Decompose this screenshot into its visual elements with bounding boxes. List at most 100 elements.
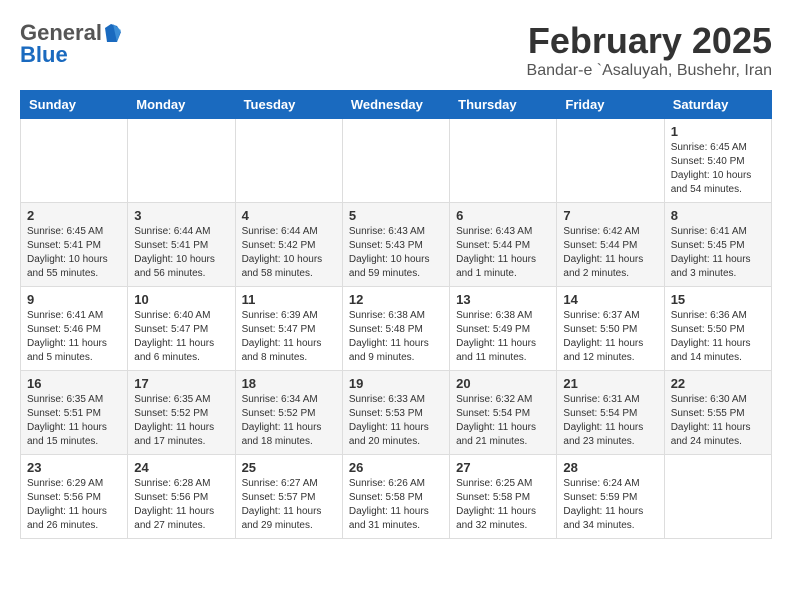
day-header-monday: Monday — [128, 91, 235, 119]
day-info: Sunrise: 6:38 AM Sunset: 5:49 PM Dayligh… — [456, 309, 550, 365]
day-number: 27 — [456, 460, 550, 475]
calendar-cell: 2 Sunrise: 6:45 AM Sunset: 5:41 PM Daylig… — [21, 203, 128, 287]
day-number: 2 — [27, 208, 121, 223]
calendar-cell: 28Sunrise: 6:24 AM Sunset: 5:59 PM Dayli… — [557, 455, 664, 539]
day-info: Sunrise: 6:35 AM Sunset: 5:52 PM Dayligh… — [134, 393, 228, 449]
day-info: Sunrise: 6:33 AM Sunset: 5:53 PM Dayligh… — [349, 393, 443, 449]
day-number: 8 — [671, 208, 765, 223]
day-info: Sunrise: 6:30 AM Sunset: 5:55 PM Dayligh… — [671, 393, 765, 449]
calendar-cell: 14 Sunrise: 6:37 AM Sunset: 5:50 PM Dayli… — [557, 287, 664, 371]
calendar-cell — [128, 119, 235, 203]
day-number: 4 — [242, 208, 336, 223]
day-info: Sunrise: 6:31 AM Sunset: 5:54 PM Dayligh… — [563, 393, 657, 449]
subtitle: Bandar-e `Asaluyah, Bushehr, Iran — [527, 62, 772, 80]
calendar-cell — [235, 119, 342, 203]
calendar-cell — [664, 455, 771, 539]
calendar-cell — [450, 119, 557, 203]
calendar-cell: 21 Sunrise: 6:31 AM Sunset: 5:54 PM Dayli… — [557, 371, 664, 455]
day-number: 9 — [27, 292, 121, 307]
day-number: 13 — [456, 292, 550, 307]
day-number: 25 — [242, 460, 336, 475]
day-number: 6 — [456, 208, 550, 223]
calendar-cell: 24 Sunrise: 6:28 AM Sunset: 5:56 PM Dayli… — [128, 455, 235, 539]
calendar-cell — [342, 119, 449, 203]
day-info: Sunrise: 6:42 AM Sunset: 5:44 PM Dayligh… — [563, 225, 657, 281]
day-info: Sunrise: 6:28 AM Sunset: 5:56 PM Dayligh… — [134, 477, 228, 533]
calendar-cell: 7 Sunrise: 6:42 AM Sunset: 5:44 PM Daylig… — [557, 203, 664, 287]
day-number: 5 — [349, 208, 443, 223]
day-number: 14 — [563, 292, 657, 307]
day-number: 15 — [671, 292, 765, 307]
title-section: February 2025 Bandar-e `Asaluyah, Busheh… — [527, 20, 772, 80]
day-number: 21 — [563, 376, 657, 391]
calendar-cell: 18 Sunrise: 6:34 AM Sunset: 5:52 PM Dayli… — [235, 371, 342, 455]
calendar-cell: 15 Sunrise: 6:36 AM Sunset: 5:50 PM Dayli… — [664, 287, 771, 371]
calendar-cell: 1 Sunrise: 6:45 AM Sunset: 5:40 PM Daylig… — [664, 119, 771, 203]
day-info: Sunrise: 6:41 AM Sunset: 5:45 PM Dayligh… — [671, 225, 765, 281]
day-info: Sunrise: 6:38 AM Sunset: 5:48 PM Dayligh… — [349, 309, 443, 365]
day-number: 7 — [563, 208, 657, 223]
day-number: 1 — [671, 124, 765, 139]
calendar-week-row: 16 Sunrise: 6:35 AM Sunset: 5:51 PM Dayli… — [21, 371, 772, 455]
day-info: Sunrise: 6:35 AM Sunset: 5:51 PM Dayligh… — [27, 393, 121, 449]
day-number: 28 — [563, 460, 657, 475]
calendar-cell: 26Sunrise: 6:26 AM Sunset: 5:58 PM Dayli… — [342, 455, 449, 539]
calendar-table: SundayMondayTuesdayWednesdayThursdayFrid… — [20, 90, 772, 539]
calendar-cell: 8 Sunrise: 6:41 AM Sunset: 5:45 PM Daylig… — [664, 203, 771, 287]
page-header: General Blue February 2025 Bandar-e `Asa… — [20, 20, 772, 80]
day-info: Sunrise: 6:36 AM Sunset: 5:50 PM Dayligh… — [671, 309, 765, 365]
day-number: 22 — [671, 376, 765, 391]
calendar-cell — [21, 119, 128, 203]
day-info: Sunrise: 6:29 AM Sunset: 5:56 PM Dayligh… — [27, 477, 121, 533]
day-number: 11 — [242, 292, 336, 307]
calendar-cell: 17Sunrise: 6:35 AM Sunset: 5:52 PM Dayli… — [128, 371, 235, 455]
calendar-cell: 4 Sunrise: 6:44 AM Sunset: 5:42 PM Daylig… — [235, 203, 342, 287]
calendar-cell — [557, 119, 664, 203]
main-title: February 2025 — [527, 20, 772, 62]
day-info: Sunrise: 6:45 AM Sunset: 5:41 PM Dayligh… — [27, 225, 121, 281]
calendar-cell: 16 Sunrise: 6:35 AM Sunset: 5:51 PM Dayli… — [21, 371, 128, 455]
calendar-cell: 19Sunrise: 6:33 AM Sunset: 5:53 PM Dayli… — [342, 371, 449, 455]
calendar-cell: 23 Sunrise: 6:29 AM Sunset: 5:56 PM Dayli… — [21, 455, 128, 539]
day-number: 18 — [242, 376, 336, 391]
day-info: Sunrise: 6:44 AM Sunset: 5:41 PM Dayligh… — [134, 225, 228, 281]
day-number: 16 — [27, 376, 121, 391]
day-info: Sunrise: 6:43 AM Sunset: 5:43 PM Dayligh… — [349, 225, 443, 281]
day-header-tuesday: Tuesday — [235, 91, 342, 119]
calendar-cell: 27 Sunrise: 6:25 AM Sunset: 5:58 PM Dayli… — [450, 455, 557, 539]
calendar-cell: 20 Sunrise: 6:32 AM Sunset: 5:54 PM Dayli… — [450, 371, 557, 455]
day-info: Sunrise: 6:32 AM Sunset: 5:54 PM Dayligh… — [456, 393, 550, 449]
day-info: Sunrise: 6:43 AM Sunset: 5:44 PM Dayligh… — [456, 225, 550, 281]
day-info: Sunrise: 6:45 AM Sunset: 5:40 PM Dayligh… — [671, 141, 765, 197]
day-number: 20 — [456, 376, 550, 391]
day-info: Sunrise: 6:41 AM Sunset: 5:46 PM Dayligh… — [27, 309, 121, 365]
calendar-week-row: 2 Sunrise: 6:45 AM Sunset: 5:41 PM Daylig… — [21, 203, 772, 287]
day-number: 23 — [27, 460, 121, 475]
day-header-saturday: Saturday — [664, 91, 771, 119]
day-number: 10 — [134, 292, 228, 307]
day-info: Sunrise: 6:26 AM Sunset: 5:58 PM Dayligh… — [349, 477, 443, 533]
day-info: Sunrise: 6:27 AM Sunset: 5:57 PM Dayligh… — [242, 477, 336, 533]
calendar-cell: 22 Sunrise: 6:30 AM Sunset: 5:55 PM Dayli… — [664, 371, 771, 455]
logo-icon — [103, 24, 121, 42]
day-info: Sunrise: 6:40 AM Sunset: 5:47 PM Dayligh… — [134, 309, 228, 365]
calendar-cell: 9 Sunrise: 6:41 AM Sunset: 5:46 PM Daylig… — [21, 287, 128, 371]
calendar-cell: 6 Sunrise: 6:43 AM Sunset: 5:44 PM Daylig… — [450, 203, 557, 287]
day-header-friday: Friday — [557, 91, 664, 119]
day-info: Sunrise: 6:44 AM Sunset: 5:42 PM Dayligh… — [242, 225, 336, 281]
day-info: Sunrise: 6:25 AM Sunset: 5:58 PM Dayligh… — [456, 477, 550, 533]
calendar-cell: 3 Sunrise: 6:44 AM Sunset: 5:41 PM Daylig… — [128, 203, 235, 287]
logo-blue: Blue — [20, 42, 68, 68]
calendar-cell: 11Sunrise: 6:39 AM Sunset: 5:47 PM Dayli… — [235, 287, 342, 371]
calendar-week-row: 23 Sunrise: 6:29 AM Sunset: 5:56 PM Dayli… — [21, 455, 772, 539]
logo: General Blue — [20, 20, 122, 68]
day-info: Sunrise: 6:34 AM Sunset: 5:52 PM Dayligh… — [242, 393, 336, 449]
calendar-week-row: 9 Sunrise: 6:41 AM Sunset: 5:46 PM Daylig… — [21, 287, 772, 371]
calendar-header-row: SundayMondayTuesdayWednesdayThursdayFrid… — [21, 91, 772, 119]
day-number: 24 — [134, 460, 228, 475]
day-number: 3 — [134, 208, 228, 223]
calendar-cell: 5 Sunrise: 6:43 AM Sunset: 5:43 PM Daylig… — [342, 203, 449, 287]
day-info: Sunrise: 6:37 AM Sunset: 5:50 PM Dayligh… — [563, 309, 657, 365]
calendar-week-row: 1 Sunrise: 6:45 AM Sunset: 5:40 PM Daylig… — [21, 119, 772, 203]
day-header-sunday: Sunday — [21, 91, 128, 119]
